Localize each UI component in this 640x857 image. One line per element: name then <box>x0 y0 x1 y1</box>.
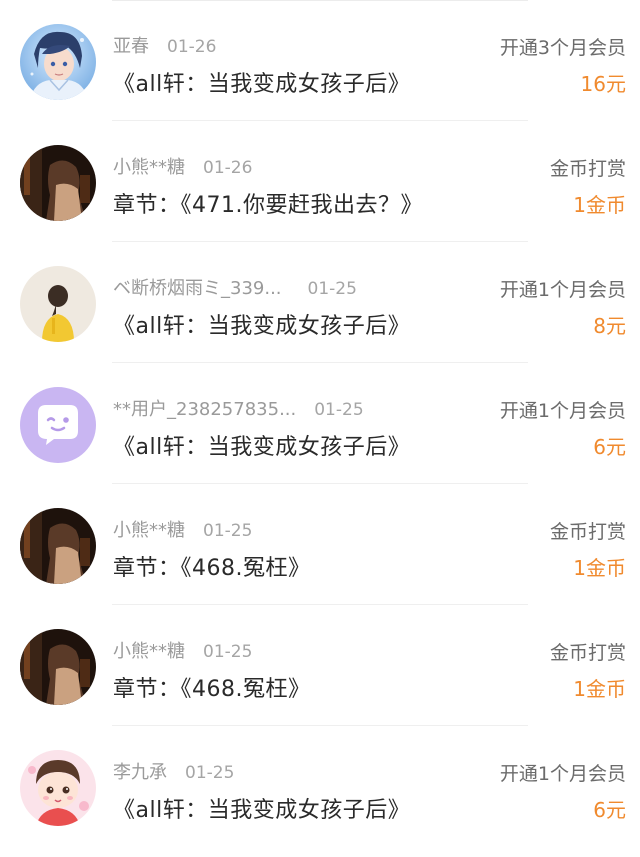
record-meta: 亚春 01-26 <box>113 32 216 58</box>
record-date: 01-26 <box>203 158 253 178</box>
list-item[interactable]: 亚春 01-26 《all轩：当我变成女孩子后》 开通3个月会员 16元 <box>0 0 640 121</box>
record-meta: 小熊**糖 01-26 <box>113 153 252 179</box>
record-meta: 小熊**糖 01-25 <box>113 516 252 542</box>
cartoon-kid-avatar <box>20 750 96 826</box>
record-date: 01-25 <box>185 763 235 783</box>
record-date: 01-25 <box>314 400 364 420</box>
user-name[interactable]: 亚春 <box>113 36 149 57</box>
record-meta: ベ断桥烟雨ミ_339... 01-25 <box>113 274 357 300</box>
record-meta: **用户_238257835... 01-25 <box>113 395 364 421</box>
record-title: 《all轩：当我变成女孩子后》 <box>113 435 411 460</box>
record-type: 开通1个月会员 <box>499 763 626 785</box>
avatar[interactable] <box>20 266 96 342</box>
avatar[interactable] <box>20 24 96 100</box>
record-type: 开通3个月会员 <box>499 37 626 59</box>
list-item[interactable]: 小熊**糖 01-26 章节：《471.你要赶我出去？》 金币打赏 1金币 <box>0 121 640 242</box>
record-amount: 1金币 <box>573 193 626 217</box>
record-meta: 小熊**糖 01-25 <box>113 637 252 663</box>
user-name[interactable]: 小熊**糖 <box>113 157 185 178</box>
anime-boy-blue-avatar <box>20 24 96 100</box>
record-title: 《all轩：当我变成女孩子后》 <box>113 314 411 339</box>
list-item[interactable]: 小熊**糖 01-25 章节：《468.冤枉》 金币打赏 1金币 <box>0 605 640 726</box>
record-amount: 1金币 <box>573 556 626 580</box>
record-title: 《all轩：当我变成女孩子后》 <box>113 72 411 97</box>
record-date: 01-25 <box>203 521 253 541</box>
list-item[interactable]: **用户_238257835... 01-25 《all轩：当我变成女孩子后》 开… <box>0 363 640 484</box>
list-item[interactable]: 小熊**糖 01-25 章节：《468.冤枉》 金币打赏 1金币 <box>0 484 640 605</box>
record-date: 01-25 <box>203 642 253 662</box>
record-title: 章节：《468.冤枉》 <box>113 556 311 581</box>
dark-photo-avatar <box>20 629 96 705</box>
record-amount: 16元 <box>580 72 626 96</box>
record-type: 金币打赏 <box>549 642 626 664</box>
record-title: 《all轩：当我变成女孩子后》 <box>113 798 411 823</box>
user-name[interactable]: 小熊**糖 <box>113 641 185 662</box>
dark-photo-avatar <box>20 508 96 584</box>
avatar[interactable] <box>20 629 96 705</box>
avatar[interactable] <box>20 145 96 221</box>
dark-photo-avatar <box>20 145 96 221</box>
user-name[interactable]: **用户_238257835... <box>113 399 296 420</box>
girl-back-yellow-avatar <box>20 266 96 342</box>
list-item[interactable]: 李九承 01-25 《all轩：当我变成女孩子后》 开通1个月会员 6元 <box>0 726 640 847</box>
user-name[interactable]: 小熊**糖 <box>113 520 185 541</box>
record-date: 01-25 <box>307 279 357 299</box>
record-meta: 李九承 01-25 <box>113 758 234 784</box>
avatar[interactable] <box>20 508 96 584</box>
user-name[interactable]: 李九承 <box>113 762 167 783</box>
record-amount: 6元 <box>593 798 626 822</box>
record-type: 开通1个月会员 <box>499 279 626 301</box>
purple-chat-bubble-avatar <box>20 387 96 463</box>
record-amount: 8元 <box>593 314 626 338</box>
record-type: 金币打赏 <box>549 521 626 543</box>
list-item[interactable]: ベ断桥烟雨ミ_339... 01-25 《all轩：当我变成女孩子后》 开通1个月… <box>0 242 640 363</box>
record-type: 金币打赏 <box>549 158 626 180</box>
record-title: 章节：《468.冤枉》 <box>113 677 311 702</box>
record-date: 01-26 <box>167 37 217 57</box>
record-type: 开通1个月会员 <box>499 400 626 422</box>
record-amount: 1金币 <box>573 677 626 701</box>
avatar[interactable] <box>20 750 96 826</box>
user-name[interactable]: ベ断桥烟雨ミ_339... <box>113 278 282 299</box>
avatar[interactable] <box>20 387 96 463</box>
record-title: 章节：《471.你要赶我出去？》 <box>113 193 423 218</box>
record-amount: 6元 <box>593 435 626 459</box>
